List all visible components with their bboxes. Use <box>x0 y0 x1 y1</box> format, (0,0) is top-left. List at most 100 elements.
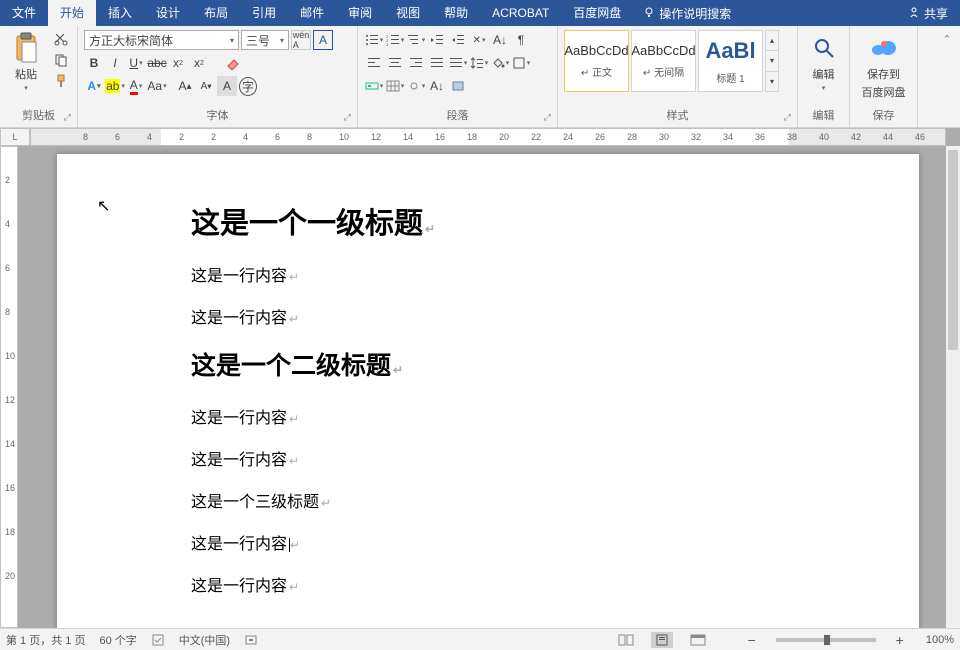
style-scroll-up[interactable]: ▴ <box>766 31 778 51</box>
borders-button[interactable] <box>511 53 531 73</box>
body-line[interactable]: 这是一行内容↵ <box>191 304 919 328</box>
zoom-out-button[interactable]: − <box>747 632 755 648</box>
vertical-scrollbar[interactable] <box>946 146 960 628</box>
heading-1[interactable]: 这是一个一级标题↵ <box>191 200 919 242</box>
highlight-button[interactable]: ab <box>105 76 125 96</box>
align-right-button[interactable] <box>406 53 426 73</box>
styles-expand-icon[interactable]: ⤢ <box>784 112 791 123</box>
body-line[interactable]: 这是一行内容↵ <box>191 404 919 428</box>
style-expand[interactable]: ▾ <box>766 72 778 91</box>
snap-button[interactable] <box>385 76 405 96</box>
cut-button[interactable] <box>52 30 70 48</box>
spell-check-icon[interactable] <box>151 633 165 647</box>
sort-az-button[interactable]: A↓ <box>427 76 447 96</box>
char-border-button[interactable]: A <box>313 30 333 50</box>
clipboard-expand-icon[interactable]: ⤢ <box>64 112 71 123</box>
tab-baidu[interactable]: 百度网盘 <box>561 0 633 26</box>
tab-home[interactable]: 开始 <box>48 0 96 26</box>
sort-button[interactable]: A↓ <box>490 30 510 50</box>
font-color-button[interactable]: A <box>126 76 146 96</box>
tab-layout[interactable]: 布局 <box>192 0 240 26</box>
select-all-button[interactable] <box>448 76 468 96</box>
shading-button[interactable] <box>490 53 510 73</box>
heading-2[interactable]: 这是一个二级标题↵ <box>191 346 919 382</box>
tab-design[interactable]: 设计 <box>144 0 192 26</box>
tab-help[interactable]: 帮助 <box>432 0 480 26</box>
tab-view[interactable]: 视图 <box>384 0 432 26</box>
vertical-ruler[interactable]: 2468101214161820 <box>0 146 18 628</box>
tab-file[interactable]: 文件 <box>0 0 48 26</box>
horizontal-ruler[interactable]: 8642246810121416182022242628303234363840… <box>30 128 946 146</box>
tab-review[interactable]: 审阅 <box>336 0 384 26</box>
body-line[interactable]: 这是一行内容↵ <box>191 572 919 596</box>
save-baidu-button[interactable]: 保存到 百度网盘 <box>856 28 912 104</box>
line-spacing-button[interactable] <box>469 53 489 73</box>
text-effects-button[interactable]: A <box>84 76 104 96</box>
heading-3[interactable]: 这是一个三级标题↵ <box>191 488 919 512</box>
share-button[interactable]: 共享 <box>896 5 960 22</box>
zoom-level[interactable]: 100% <box>926 634 954 646</box>
style-heading1[interactable]: AaBl标题 1 <box>698 30 763 92</box>
ruler-corner[interactable]: L <box>0 128 30 146</box>
document-content[interactable]: 这是一个一级标题↵ 这是一行内容↵ 这是一行内容↵ 这是一个二级标题↵ 这是一行… <box>191 200 919 596</box>
superscript-button[interactable]: x2 <box>189 53 209 73</box>
show-marks-button[interactable]: ¶ <box>511 30 531 50</box>
subscript-button[interactable]: x2 <box>168 53 188 73</box>
page[interactable]: ↖ 这是一个一级标题↵ 这是一行内容↵ 这是一行内容↵ 这是一个二级标题↵ 这是… <box>57 154 919 628</box>
page-indicator[interactable]: 第 1 页，共 1 页 <box>6 632 85 648</box>
tab-references[interactable]: 引用 <box>240 0 288 26</box>
collapse-ribbon-button[interactable]: ⌃ <box>938 30 956 48</box>
macro-icon[interactable] <box>244 633 258 647</box>
align-justify-button[interactable] <box>427 53 447 73</box>
print-layout-button[interactable] <box>651 632 673 648</box>
align-left-button[interactable] <box>364 53 384 73</box>
align-distribute-button[interactable] <box>448 53 468 73</box>
copy-button[interactable] <box>52 51 70 69</box>
style-scroll-down[interactable]: ▾ <box>766 51 778 71</box>
char-shading-button[interactable]: A <box>217 76 237 96</box>
zoom-in-button[interactable]: + <box>896 632 904 648</box>
paste-button[interactable]: 粘贴 ▾ <box>4 28 48 96</box>
numbering-button[interactable]: 123 <box>385 30 405 50</box>
shrink-font-button[interactable]: A▾ <box>196 76 216 96</box>
multilevel-button[interactable] <box>406 30 426 50</box>
tab-insert[interactable]: 插入 <box>96 0 144 26</box>
tell-me[interactable]: 操作说明搜索 <box>633 5 741 22</box>
wrap-button[interactable] <box>406 76 426 96</box>
style-normal[interactable]: AaBbCcDd↵ 正文 <box>564 30 629 92</box>
phonetic-guide-button[interactable]: wénA <box>291 30 311 50</box>
zoom-slider[interactable] <box>776 638 876 642</box>
bold-button[interactable]: B <box>84 53 104 73</box>
tabs-button[interactable] <box>364 76 384 96</box>
body-line[interactable]: 这是一行内容↵ <box>191 530 919 554</box>
inc-indent-button[interactable] <box>448 30 468 50</box>
change-case-button[interactable]: Aa <box>147 76 167 96</box>
format-painter-button[interactable] <box>52 72 70 90</box>
align-center-button[interactable] <box>385 53 405 73</box>
tab-mail[interactable]: 邮件 <box>288 0 336 26</box>
strike-button[interactable]: abc <box>147 53 167 73</box>
scrollbar-thumb[interactable] <box>948 150 958 350</box>
paragraph-expand-icon[interactable]: ⤢ <box>544 112 551 123</box>
web-layout-button[interactable] <box>687 632 709 648</box>
word-count[interactable]: 60 个字 <box>99 632 136 648</box>
font-expand-icon[interactable]: ⤢ <box>344 112 351 123</box>
font-size-combo[interactable]: 三号▾ <box>241 30 289 50</box>
read-mode-button[interactable] <box>615 632 637 648</box>
dec-indent-button[interactable] <box>427 30 447 50</box>
italic-button[interactable]: I <box>105 53 125 73</box>
edit-button[interactable]: 编辑 ▾ <box>802 28 846 96</box>
bullets-button[interactable] <box>364 30 384 50</box>
underline-button[interactable]: U <box>126 53 146 73</box>
asian-layout-button[interactable]: ✕ <box>469 30 489 50</box>
font-name-combo[interactable]: 方正大标宋简体▾ <box>84 30 239 50</box>
grow-font-button[interactable]: A▴ <box>175 76 195 96</box>
enclose-char-button[interactable]: 字 <box>238 76 258 96</box>
style-nospacing[interactable]: AaBbCcDd↵ 无间隔 <box>631 30 696 92</box>
tab-acrobat[interactable]: ACROBAT <box>480 0 561 26</box>
zoom-slider-thumb[interactable] <box>824 635 830 645</box>
body-line[interactable]: 这是一行内容↵ <box>191 446 919 470</box>
body-line[interactable]: 这是一行内容↵ <box>191 262 919 286</box>
language-indicator[interactable]: 中文(中国) <box>179 632 230 648</box>
clear-format-button[interactable] <box>223 53 243 73</box>
